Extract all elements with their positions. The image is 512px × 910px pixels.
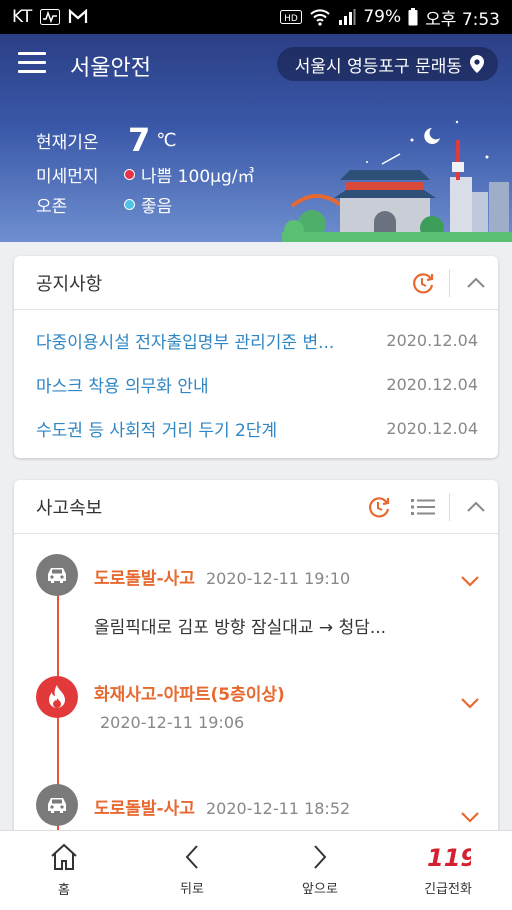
- temp-unit: ℃: [156, 129, 177, 151]
- nav-emergency-call[interactable]: 119 긴급전화: [384, 831, 512, 910]
- chevron-up-icon: [467, 501, 485, 512]
- home-icon: [51, 843, 77, 870]
- menu-icon[interactable]: [18, 52, 46, 76]
- incident-refresh-button[interactable]: [357, 480, 401, 534]
- car-icon: [36, 554, 78, 596]
- app-title: 서울안전: [70, 56, 151, 81]
- divider: [449, 269, 450, 297]
- fire-icon: [36, 676, 78, 718]
- notice-item-title: 다중이용시설 전자출입명부 관리기준 변...: [36, 332, 335, 353]
- notice-item[interactable]: 수도권 등 사회적 거리 두기 2단계 2020.12.04: [14, 406, 498, 450]
- divider: [449, 493, 450, 521]
- notice-item-date: 2020.12.04: [386, 330, 478, 350]
- incident-time: 2020-12-11 19:06: [100, 713, 245, 732]
- chevron-down-icon[interactable]: [460, 694, 480, 713]
- notice-refresh-button[interactable]: [401, 256, 445, 310]
- nav-forward-label: 앞으로: [302, 882, 338, 897]
- incident-time: 2020-12-11 19:10: [206, 569, 351, 588]
- battery-percent: 79%: [363, 7, 402, 27]
- incident-item[interactable]: 도로돌발-사고 2020-12-11 19:10 올림픽대로 김포 방향 잠실대…: [14, 554, 498, 654]
- bottom-nav: 홈 뒤로 앞으로 119 긴급전화: [0, 830, 512, 910]
- refresh-clock-icon: [413, 273, 434, 294]
- nav-emergency-label: 긴급전화: [424, 882, 472, 897]
- location-button[interactable]: 서울시 영등포구 문래동: [276, 47, 498, 81]
- chevron-up-icon: [467, 277, 485, 288]
- notice-item[interactable]: 다중이용시설 전자출입명부 관리기준 변... 2020.12.04: [14, 318, 498, 362]
- emergency-logo-text: 119: [427, 844, 471, 870]
- hd-icon: HD: [280, 10, 303, 24]
- notice-item[interactable]: 마스크 착용 의무화 안내 2020.12.04: [14, 362, 498, 406]
- battery-icon: [408, 8, 418, 26]
- location-label: 서울시 영등포구 문래동: [294, 56, 462, 77]
- incident-item[interactable]: 화재사고-아파트(5층이상) 2020-12-11 19:06: [14, 676, 498, 746]
- weather-panel: 현재기온 7 ℃ 미세먼지 나쁨 100μg/㎥ 오존 좋음: [36, 121, 255, 218]
- ozone-label: 오존: [36, 196, 68, 217]
- incident-type: 화재사고-아파트(5층이상): [94, 685, 285, 705]
- notice-item-title: 마스크 착용 의무화 안내: [36, 376, 209, 397]
- incident-list-button[interactable]: [401, 480, 445, 534]
- activity-icon: [40, 9, 61, 25]
- notice-item-title: 수도권 등 사회적 거리 두기 2단계: [36, 420, 278, 441]
- seoul-skyline-illustration: [282, 120, 512, 242]
- nav-forward[interactable]: 앞으로: [256, 831, 384, 910]
- notice-item-date: 2020.12.04: [386, 374, 478, 394]
- nav-home-label: 홈: [58, 883, 70, 898]
- location-pin-icon: [470, 55, 484, 73]
- incident-card-title: 사고속보: [36, 497, 103, 519]
- dust-label: 미세먼지: [36, 166, 99, 187]
- nav-back-label: 뒤로: [180, 882, 204, 897]
- incident-card: 사고속보 도로돌발-사고 2020-12-11 19:10 올림픽대로 김포 방…: [14, 480, 498, 840]
- incident-type: 도로돌발-사고: [94, 569, 195, 589]
- nav-home[interactable]: 홈: [0, 831, 128, 910]
- notice-collapse-button[interactable]: [454, 256, 498, 310]
- status-bar: KT HD 79% 오후 7:53: [0, 0, 512, 34]
- incident-desc: 올림픽대로 김포 방향 잠실대교 → 청담...: [94, 618, 387, 638]
- temp-label: 현재기온: [36, 132, 99, 153]
- incident-time: 2020-12-11 18:52: [206, 799, 351, 818]
- signal-icon: [339, 9, 356, 25]
- temp-value: 7: [128, 121, 151, 159]
- dust-status-dot: [124, 168, 135, 180]
- wifi-icon: [310, 9, 331, 26]
- notice-card: 공지사항 다중이용시설 전자출입명부 관리기준 변... 2020.12.04 …: [14, 256, 498, 458]
- header-banner: 서울안전 서울시 영등포구 문래동 현재기온 7 ℃ 미세먼지 나쁨 100μg…: [0, 34, 512, 242]
- nav-back[interactable]: 뒤로: [128, 831, 256, 910]
- incident-type: 도로돌발-사고: [94, 799, 195, 819]
- carrier-label: KT: [12, 7, 33, 27]
- emergency-119-icon: 119: [427, 844, 471, 870]
- clock: 오후 7:53: [425, 9, 500, 30]
- list-icon: [411, 499, 435, 515]
- gmail-icon: [69, 9, 88, 23]
- notice-item-date: 2020.12.04: [386, 418, 478, 438]
- top-bar: 서울안전 서울시 영등포구 문래동: [0, 44, 512, 84]
- chevron-right-icon: [314, 845, 327, 869]
- ozone-status-dot: [124, 198, 135, 210]
- svg-text:HD: HD: [284, 14, 298, 24]
- refresh-clock-icon: [369, 497, 390, 518]
- ozone-value: 좋음: [141, 196, 173, 217]
- chevron-left-icon: [185, 845, 198, 869]
- incident-collapse-button[interactable]: [454, 480, 498, 534]
- car-icon: [36, 784, 78, 826]
- dust-value: 나쁨 100μg/㎥: [141, 166, 255, 187]
- chevron-down-icon[interactable]: [460, 808, 480, 827]
- notice-card-title: 공지사항: [36, 273, 103, 295]
- chevron-down-icon[interactable]: [460, 572, 480, 591]
- incident-timeline: 도로돌발-사고 2020-12-11 19:10 올림픽대로 김포 방향 잠실대…: [14, 534, 498, 840]
